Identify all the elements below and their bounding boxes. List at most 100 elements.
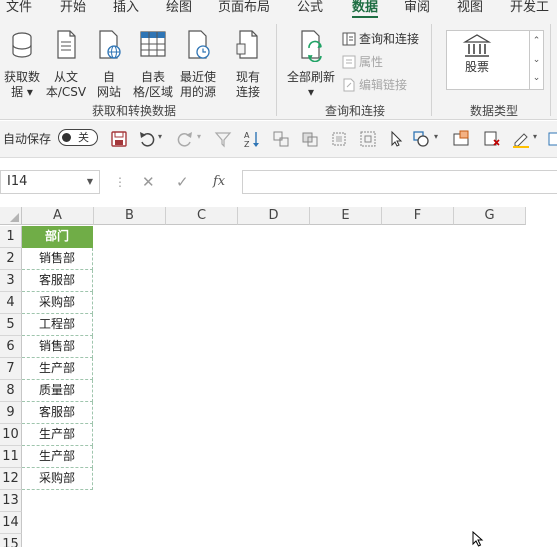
tab-developer[interactable]: 开发工 (510, 0, 549, 18)
chevron-up-icon[interactable]: ⌃ (530, 31, 543, 51)
group-separator (431, 24, 432, 116)
column-header-e[interactable]: E (310, 207, 382, 225)
edit-pen-icon[interactable] (512, 130, 530, 148)
refresh-all-button[interactable]: 全部刷新 ▾ (284, 28, 338, 100)
data-types-gallery: 股票 (446, 30, 530, 90)
row-header-12[interactable]: 12 (0, 468, 22, 490)
row-header-8[interactable]: 8 (0, 380, 22, 402)
table-cell[interactable]: 工程部 (22, 314, 93, 336)
name-box[interactable]: I14 ▼ (0, 170, 100, 194)
undo-icon[interactable] (138, 130, 156, 148)
more-tools-icon[interactable] (547, 130, 557, 148)
group-label-queries: 查询和连接 (325, 104, 386, 118)
row-header-7[interactable]: 7 (0, 358, 22, 380)
row-header-11[interactable]: 11 (0, 446, 22, 468)
redo-icon[interactable] (176, 130, 194, 148)
queries-connections-button[interactable]: 查询和连接 (342, 30, 419, 48)
insert-function-icon[interactable]: fx (213, 174, 225, 189)
gallery-scrollbar[interactable]: ⌃ ⌄ ⌄ (530, 30, 544, 90)
row-header-1[interactable]: 1 (0, 226, 22, 248)
tab-home[interactable]: 开始 (60, 0, 86, 18)
group-separator (550, 24, 551, 116)
table-cell[interactable]: 生产部 (22, 358, 93, 380)
gallery-more-icon[interactable]: ⌄ (530, 71, 543, 89)
row-header-4[interactable]: 4 (0, 292, 22, 314)
row-header-5[interactable]: 5 (0, 314, 22, 336)
stocks-data-type-button[interactable]: 股票 (449, 33, 505, 75)
table-cell[interactable]: 销售部 (22, 336, 93, 358)
column-header-f[interactable]: F (382, 207, 454, 225)
existing-connections-button[interactable]: 现有 连接 (230, 28, 266, 100)
from-web-button[interactable]: 自 网站 (92, 28, 126, 100)
cancel-icon[interactable]: ✕ (142, 173, 155, 191)
table-cell[interactable]: 生产部 (22, 424, 93, 446)
group-label-data-types: 数据类型 (470, 104, 519, 118)
column-header-d[interactable]: D (238, 207, 310, 225)
table-cell[interactable]: 质量部 (22, 380, 93, 402)
select-objects-icon[interactable] (330, 130, 348, 148)
worksheet-grid[interactable]: A B C D E F G 1 2 3 4 5 6 7 8 9 10 11 12 13 14 15 部门 销售部 客服部 采购部工… (0, 207, 557, 547)
tab-view[interactable]: 视图 (457, 0, 483, 18)
column-header-a[interactable]: A (22, 207, 94, 225)
row-header-3[interactable]: 3 (0, 270, 22, 292)
refresh-icon (301, 30, 322, 63)
table-cell[interactable]: 客服部 (22, 402, 93, 424)
pointer-icon[interactable] (388, 130, 406, 148)
tab-formulas[interactable]: 公式 (297, 0, 323, 18)
column-header-c[interactable]: C (166, 207, 238, 225)
chevron-down-icon[interactable]: ⌄ (530, 51, 543, 71)
properties-button[interactable]: 属性 (342, 53, 383, 71)
undo-dropdown-icon[interactable]: ▾ (158, 132, 162, 141)
row-header-13[interactable]: 13 (0, 490, 22, 512)
row-header-10[interactable]: 10 (0, 424, 22, 446)
table-cell[interactable]: 采购部 (22, 468, 93, 490)
ribbon-tabs: 文件 开始 插入 绘图 页面布局 公式 数据 审阅 视图 开发工 (0, 0, 557, 18)
group-icon[interactable] (272, 130, 290, 148)
tab-page-layout[interactable]: 页面布局 (218, 0, 270, 18)
shapes-dropdown-icon[interactable]: ▾ (434, 132, 438, 141)
edit-dropdown-icon[interactable]: ▾ (533, 132, 537, 141)
save-icon[interactable] (110, 130, 128, 148)
row-header-6[interactable]: 6 (0, 336, 22, 358)
tab-insert[interactable]: 插入 (113, 0, 139, 18)
tab-review[interactable]: 审阅 (404, 0, 430, 18)
enter-icon[interactable]: ✓ (176, 173, 189, 191)
delete-sheet-icon[interactable] (483, 130, 501, 148)
selection-pane-icon[interactable] (359, 130, 377, 148)
formula-bar-handle-icon[interactable]: ⋮ (114, 175, 126, 189)
chevron-down-icon[interactable]: ▼ (87, 171, 93, 193)
row-header-15[interactable]: 15 (0, 534, 22, 547)
row-header-2[interactable]: 2 (0, 248, 22, 270)
toggle-knob (62, 133, 71, 142)
shapes-icon[interactable] (412, 130, 430, 148)
clear-filter-icon[interactable] (214, 130, 232, 148)
insert-picture-icon[interactable] (452, 130, 470, 148)
autosave-toggle[interactable]: 关 (58, 129, 98, 146)
formula-input[interactable] (242, 170, 557, 194)
column-header-g[interactable]: G (454, 207, 526, 225)
ungroup-icon[interactable] (301, 130, 319, 148)
select-all-button[interactable] (0, 207, 22, 225)
column-header-b[interactable]: B (94, 207, 166, 225)
quick-access-toolbar: 自动保存 关 ▾ ▾ A Z ▾ ▾ (0, 121, 557, 158)
tab-draw[interactable]: 绘图 (166, 0, 192, 18)
table-cell[interactable]: 采购部 (22, 292, 93, 314)
recent-sources-button[interactable]: 最近使 用的源 (177, 28, 219, 100)
edit-links-button[interactable]: 编辑链接 (342, 76, 407, 94)
mouse-cursor-icon (472, 531, 484, 547)
get-data-button[interactable]: 获取数 据 ▾ (2, 28, 42, 100)
autosave-label: 自动保存 (3, 132, 52, 146)
row-header-14[interactable]: 14 (0, 512, 22, 534)
table-header-cell[interactable]: 部门 (22, 226, 93, 248)
table-cell[interactable]: 生产部 (22, 446, 93, 468)
table-icon (140, 31, 166, 57)
tab-file[interactable]: 文件 (6, 0, 32, 18)
row-header-9[interactable]: 9 (0, 402, 22, 424)
svg-text:Z: Z (244, 140, 250, 148)
redo-dropdown-icon[interactable]: ▾ (197, 132, 201, 141)
table-cell[interactable]: 销售部 (22, 248, 93, 270)
from-table-range-button[interactable]: 自表 格/区域 (130, 28, 176, 100)
sort-az-icon[interactable]: A Z (243, 130, 261, 148)
from-text-csv-button[interactable]: 从文 本/CSV (44, 28, 88, 100)
table-cell[interactable]: 客服部 (22, 270, 93, 292)
